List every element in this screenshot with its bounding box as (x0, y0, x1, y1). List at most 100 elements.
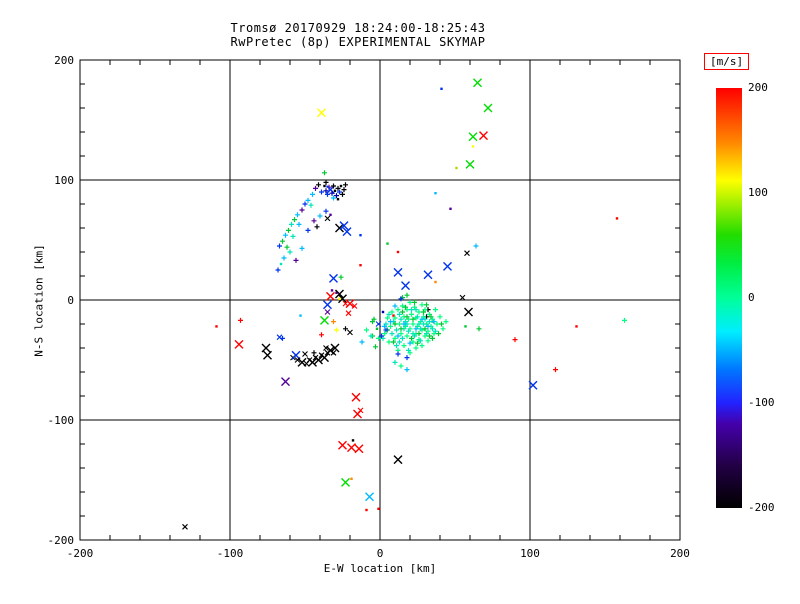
data-point (443, 261, 452, 271)
data-point (389, 309, 395, 315)
data-point (412, 299, 417, 305)
data-point (425, 338, 431, 344)
scatter-plot: -200-200 -100 -100 0 0 100 100 200 200 (48, 54, 690, 560)
data-point (324, 309, 331, 315)
colorbar-tick-label: 200 (748, 81, 768, 94)
data-point (339, 184, 343, 188)
data-point (393, 455, 403, 465)
data-point (338, 274, 344, 280)
data-point (295, 212, 300, 218)
data-point (395, 333, 401, 339)
x-tick-label: 100 (520, 547, 540, 560)
data-point (292, 217, 297, 223)
data-point (334, 193, 339, 199)
colorbar (716, 88, 742, 508)
y-tick-label: -200 (48, 534, 75, 547)
data-point (434, 321, 440, 327)
data-point (284, 244, 290, 250)
data-point (345, 310, 352, 317)
data-point (340, 191, 345, 197)
data-point (419, 302, 425, 308)
data-point (277, 243, 282, 249)
x-tick-label: -200 (67, 547, 94, 560)
data-point (354, 444, 364, 454)
data-point (317, 108, 326, 118)
data-point (409, 311, 414, 317)
colorbar-tick-label: -100 (748, 396, 775, 409)
data-point (443, 319, 449, 325)
data-point (465, 159, 475, 169)
data-point (398, 363, 404, 369)
data-point (331, 319, 336, 325)
data-point (404, 355, 410, 361)
data-point (314, 224, 320, 230)
data-point (365, 492, 374, 502)
data-point (333, 189, 337, 192)
data-point (404, 367, 410, 373)
data-point (310, 191, 315, 197)
y-axis-label: N-S location [km] (32, 244, 46, 357)
data-point (464, 250, 470, 257)
y-tick-label: 0 (67, 294, 74, 307)
data-point (394, 343, 399, 349)
data-point (343, 326, 348, 332)
data-point (293, 257, 299, 263)
data-point (455, 166, 458, 170)
data-point (329, 190, 335, 196)
data-point (473, 78, 482, 88)
data-point (392, 359, 398, 365)
data-point (433, 307, 438, 313)
data-point (395, 307, 401, 313)
data-point (323, 208, 329, 214)
data-point (281, 255, 287, 261)
data-point (430, 335, 435, 341)
x-axis-label: E-W location [km] (323, 562, 437, 575)
data-point (424, 302, 429, 308)
data-point (347, 329, 353, 336)
data-point (287, 249, 293, 255)
data-point (329, 213, 332, 216)
data-point (317, 213, 323, 219)
data-point (359, 264, 362, 267)
data-point (397, 311, 402, 317)
data-point (323, 184, 326, 188)
data-point (397, 321, 402, 327)
data-point (395, 351, 401, 357)
data-point (400, 335, 405, 341)
data-point (343, 182, 348, 188)
data-point (336, 198, 340, 201)
data-point (279, 262, 283, 266)
data-point (400, 309, 405, 315)
data-point (397, 339, 402, 345)
data-point (364, 327, 369, 333)
x-tick-label: 0 (377, 547, 384, 560)
x-tick-label: -100 (217, 547, 244, 560)
data-point (401, 281, 410, 291)
data-point (322, 170, 327, 176)
data-point (416, 309, 422, 315)
data-point (434, 192, 437, 195)
data-point (334, 327, 339, 333)
data-point (305, 227, 311, 233)
data-point (283, 232, 288, 238)
data-point (394, 327, 399, 333)
data-point (341, 477, 350, 487)
data-point (392, 303, 398, 309)
data-point (404, 292, 410, 298)
data-point (427, 319, 432, 325)
data-point (311, 350, 317, 356)
data-point (308, 202, 314, 208)
data-point (289, 221, 294, 227)
data-point (622, 317, 627, 323)
data-point (421, 321, 426, 327)
data-point (388, 323, 393, 329)
data-point (341, 187, 347, 193)
data-point (440, 326, 446, 332)
data-point (215, 325, 218, 328)
x-tick-label: 200 (670, 547, 690, 560)
data-point (615, 217, 619, 220)
data-point (407, 299, 413, 305)
data-point (263, 350, 272, 360)
data-point (392, 314, 395, 317)
data-point (302, 351, 308, 357)
